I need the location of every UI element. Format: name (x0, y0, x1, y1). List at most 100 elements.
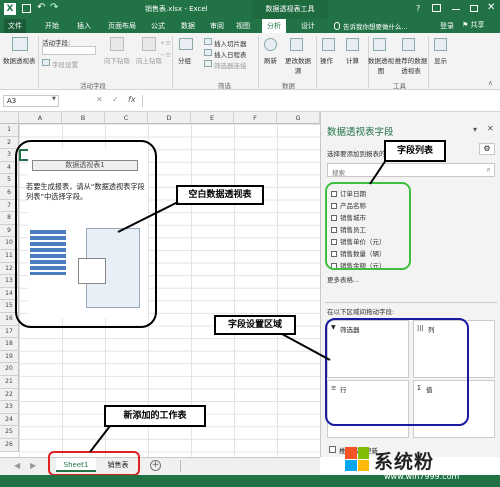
drill-up-icon (142, 37, 156, 51)
row-header[interactable]: 20 (0, 363, 19, 376)
row-header[interactable]: 18 (0, 338, 19, 351)
title-bar: X ↶ ↷ 销售表.xlsx - Excel 数据透视表工具 ? ✕ (0, 0, 500, 19)
insert-slicer-button[interactable]: 插入切片器 (214, 38, 247, 48)
divider (428, 36, 429, 88)
prev-sheet-icon[interactable]: ◀ (14, 461, 20, 470)
change-source-button[interactable]: 更改数据源 (284, 55, 312, 75)
close-icon[interactable]: ✕ (487, 2, 495, 13)
column-header[interactable]: F (234, 112, 277, 124)
tab-data[interactable]: 数据 (178, 19, 198, 33)
field-settings-icon (42, 59, 50, 66)
pivot-table-button[interactable]: 数据透视表 (3, 55, 36, 65)
save-icon[interactable] (22, 4, 31, 13)
row-header[interactable]: 23 (0, 401, 19, 414)
field-settings-button[interactable]: 字段设置 (52, 59, 78, 69)
expand-field-icon[interactable]: +≡ (160, 39, 171, 47)
add-sheet-button[interactable]: + (150, 460, 161, 471)
name-box[interactable]: A3 (3, 95, 59, 107)
insert-timeline-button[interactable]: 插入日程表 (214, 49, 247, 59)
show-icon (434, 38, 447, 51)
show-button[interactable]: 显示 (434, 55, 447, 65)
formula-cancel-icon[interactable]: ✕ (96, 95, 103, 104)
defer-update-checkbox[interactable] (329, 446, 336, 453)
formula-enter-icon[interactable]: ✓ (112, 95, 119, 104)
timeline-icon (204, 49, 212, 56)
sheet-tabs-bar: ◀ ▶ Sheet1 销售表 + (0, 451, 320, 476)
row-header[interactable]: 21 (0, 376, 19, 389)
drill-up-button[interactable]: 向上钻取 (136, 55, 162, 65)
row-header[interactable]: 26 (0, 439, 19, 452)
insert-function-icon[interactable]: fx (128, 95, 136, 104)
row-header[interactable]: 25 (0, 426, 19, 439)
tell-me-text: 告诉我你想要做什么... (343, 23, 408, 31)
help-icon[interactable]: ? (416, 4, 420, 13)
pane-close-icon[interactable]: ✕ (487, 124, 494, 133)
refresh-button[interactable]: 刷新 (264, 55, 277, 65)
column-header[interactable]: C (105, 112, 148, 124)
tab-page-layout[interactable]: 页面布局 (104, 19, 140, 33)
field-search-placeholder: 搜索 (332, 169, 345, 177)
actions-icon (322, 38, 335, 51)
pane-settings-gear-icon[interactable]: ⚙ (479, 143, 495, 155)
column-header[interactable]: D (148, 112, 191, 124)
tab-view[interactable]: 视图 (233, 19, 253, 33)
collapse-field-icon[interactable]: −≡ (160, 51, 171, 59)
next-sheet-icon[interactable]: ▶ (30, 461, 36, 470)
field-search-input[interactable]: 搜索 ⌕ (327, 163, 495, 177)
annotation-blank-pivot: 空白数据透视表 (176, 185, 264, 205)
row-header[interactable]: 17 (0, 325, 19, 339)
login-link[interactable]: 登录 (440, 21, 454, 31)
active-field-input[interactable] (42, 46, 96, 55)
pivot-chart-button[interactable]: 数据透视图 (368, 55, 394, 75)
drill-down-button[interactable]: 向下钻取 (104, 55, 130, 65)
divider (172, 36, 173, 88)
watermark-url: www.win7999.com (384, 472, 460, 481)
undo-icon[interactable]: ↶ (37, 2, 45, 13)
watermark-brand: 系统粉 (374, 451, 435, 473)
lightbulb-icon (334, 22, 340, 30)
refresh-icon (264, 38, 277, 51)
tab-design[interactable]: 设计 (296, 19, 320, 33)
ribbon-options-icon[interactable] (432, 4, 441, 12)
column-header[interactable]: G (277, 112, 320, 124)
data-group-label: 数据 (282, 82, 295, 90)
tell-me-search[interactable]: 告诉我你想要做什么... (343, 21, 408, 31)
ribbon: 数据透视表 活动字段: 字段设置 向下钻取 向上钻取 +≡ −≡ 活动字段 分组… (0, 33, 500, 90)
column-header[interactable]: E (191, 112, 234, 124)
group-button[interactable]: 分组 (178, 55, 191, 65)
logo-tile (345, 447, 357, 459)
tab-review[interactable]: 审阅 (207, 19, 227, 33)
pivot-chart-icon (373, 38, 386, 51)
formula-input[interactable] (142, 95, 320, 107)
tab-analyze[interactable]: 分析 (262, 19, 286, 33)
tab-formulas[interactable]: 公式 (148, 19, 168, 33)
calculations-button[interactable]: 计算 (346, 55, 359, 65)
tab-file[interactable]: 文件 (4, 19, 26, 33)
row-header[interactable]: 22 (0, 388, 19, 402)
more-tables-link[interactable]: 更多表格... (327, 274, 359, 284)
filter-connections-button[interactable]: 筛选器连接 (214, 60, 247, 70)
recommended-pivot-button[interactable]: 推荐的数据透视表 (394, 55, 428, 75)
row-header[interactable]: 24 (0, 413, 19, 427)
minimize-icon[interactable] (452, 9, 460, 10)
row-header[interactable]: 19 (0, 350, 19, 364)
annotation-field-list: 字段列表 (384, 140, 446, 162)
name-box-dropdown-icon[interactable]: ▼ (52, 96, 56, 102)
redo-icon[interactable]: ↷ (50, 2, 58, 13)
tab-home[interactable]: 开始 (42, 19, 62, 33)
maximize-icon[interactable] (470, 5, 478, 12)
pane-options-icon[interactable]: ▾ (473, 125, 477, 134)
tab-insert[interactable]: 插入 (74, 19, 94, 33)
annotation-field-areas: 字段设置区域 (214, 315, 296, 335)
slicer-icon (204, 38, 212, 45)
column-header[interactable]: A (19, 112, 62, 124)
tools-group-label: 工具 (393, 82, 406, 90)
select-all-corner[interactable] (0, 112, 19, 124)
row-header[interactable]: 1 (0, 124, 19, 137)
pivot-table-icon (12, 37, 28, 51)
pane-divider[interactable] (325, 302, 497, 303)
actions-button[interactable]: 操作 (320, 55, 333, 65)
column-header[interactable]: B (62, 112, 105, 124)
share-button[interactable]: ⚑ 共享 (462, 20, 485, 30)
collapse-ribbon-icon[interactable]: ∧ (488, 79, 493, 87)
